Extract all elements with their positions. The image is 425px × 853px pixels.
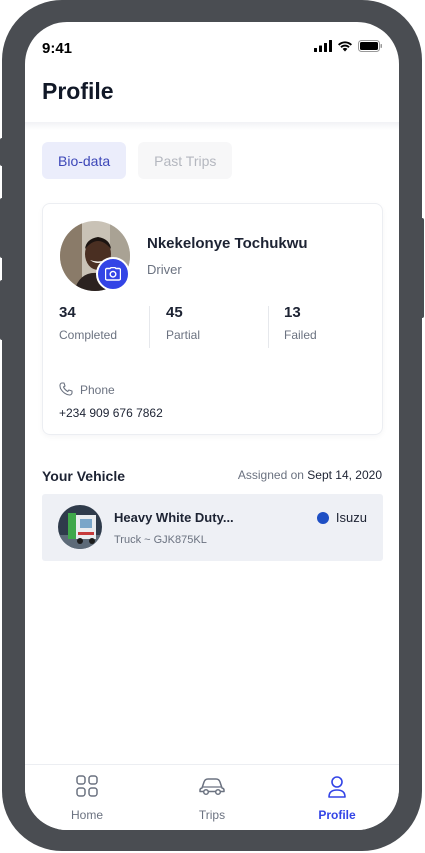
tab-bar: Bio-data Past Trips [42, 142, 233, 179]
nav-trips[interactable]: Trips [150, 765, 274, 830]
assigned-date: Sept 14, 2020 [307, 468, 382, 482]
stat-value: 34 [59, 304, 76, 321]
side-button [420, 218, 424, 318]
phone-screen: 9:41 Profile Bio-data Past Trips Nkekelo… [25, 22, 399, 830]
profile-card: Nkekelonye Tochukwu Driver 34 Completed … [42, 203, 383, 435]
stat-value: 13 [284, 304, 301, 321]
stat-completed: 34 Completed [59, 304, 117, 342]
phone-label: Phone [80, 383, 115, 397]
vehicle-card[interactable]: Heavy White Duty... Truck ~ GJK875KL Isu… [42, 494, 383, 561]
side-button [0, 280, 4, 340]
assigned-prefix: Assigned on [237, 468, 304, 482]
phone-icon [59, 382, 73, 396]
driver-name: Nkekelonye Tochukwu [147, 235, 308, 252]
stat-value: 45 [166, 304, 183, 321]
signal-icon [314, 40, 332, 52]
nav-label: Profile [318, 808, 356, 822]
user-icon [328, 776, 346, 798]
phone-number: +234 909 676 7862 [59, 406, 163, 420]
vehicle-section-title: Your Vehicle [42, 468, 125, 484]
status-bar: 9:41 [25, 22, 399, 72]
driver-role: Driver [147, 262, 182, 277]
side-button [0, 138, 4, 166]
trip-stats: 34 Completed 45 Partial 13 Failed [43, 304, 382, 352]
nav-label: Trips [198, 808, 226, 822]
nav-home[interactable]: Home [25, 765, 149, 830]
stat-divider [149, 306, 150, 348]
vehicle-subtitle: Truck ~ GJK875KL [114, 534, 207, 546]
vehicle-name: Heavy White Duty... [114, 510, 234, 525]
side-button [0, 198, 4, 258]
stat-label: Failed [284, 328, 317, 342]
brand-label: Isuzu [335, 510, 367, 525]
status-icons [314, 40, 382, 52]
brand-dot-icon [316, 511, 329, 524]
stat-divider [268, 306, 269, 348]
nav-profile[interactable]: Profile [275, 765, 399, 830]
camera-icon [105, 267, 121, 281]
change-photo-button[interactable] [96, 257, 130, 291]
vehicle-thumbnail [58, 505, 102, 549]
bottom-nav: Home Trips Profile [25, 764, 399, 830]
stat-failed: 13 Failed [284, 304, 317, 342]
stat-label: Partial [166, 328, 201, 342]
car-icon [199, 778, 225, 796]
stat-label: Completed [59, 328, 118, 342]
nav-label: Home [70, 808, 103, 822]
grid-icon [76, 775, 98, 797]
truck-photo [58, 505, 102, 549]
battery-icon [358, 40, 382, 52]
avatar-wrap [60, 221, 130, 291]
vehicle-brand: Isuzu [316, 510, 367, 525]
tab-past-trips[interactable]: Past Trips [138, 142, 233, 179]
status-time: 9:41 [42, 40, 73, 57]
wifi-icon [338, 41, 352, 52]
header-divider [25, 122, 399, 130]
page-title: Profile [42, 78, 114, 104]
assigned-on: Assigned on Sept 14, 2020 [238, 468, 382, 482]
tab-bio-data[interactable]: Bio-data [42, 142, 127, 179]
stat-partial: 45 Partial [166, 304, 200, 342]
